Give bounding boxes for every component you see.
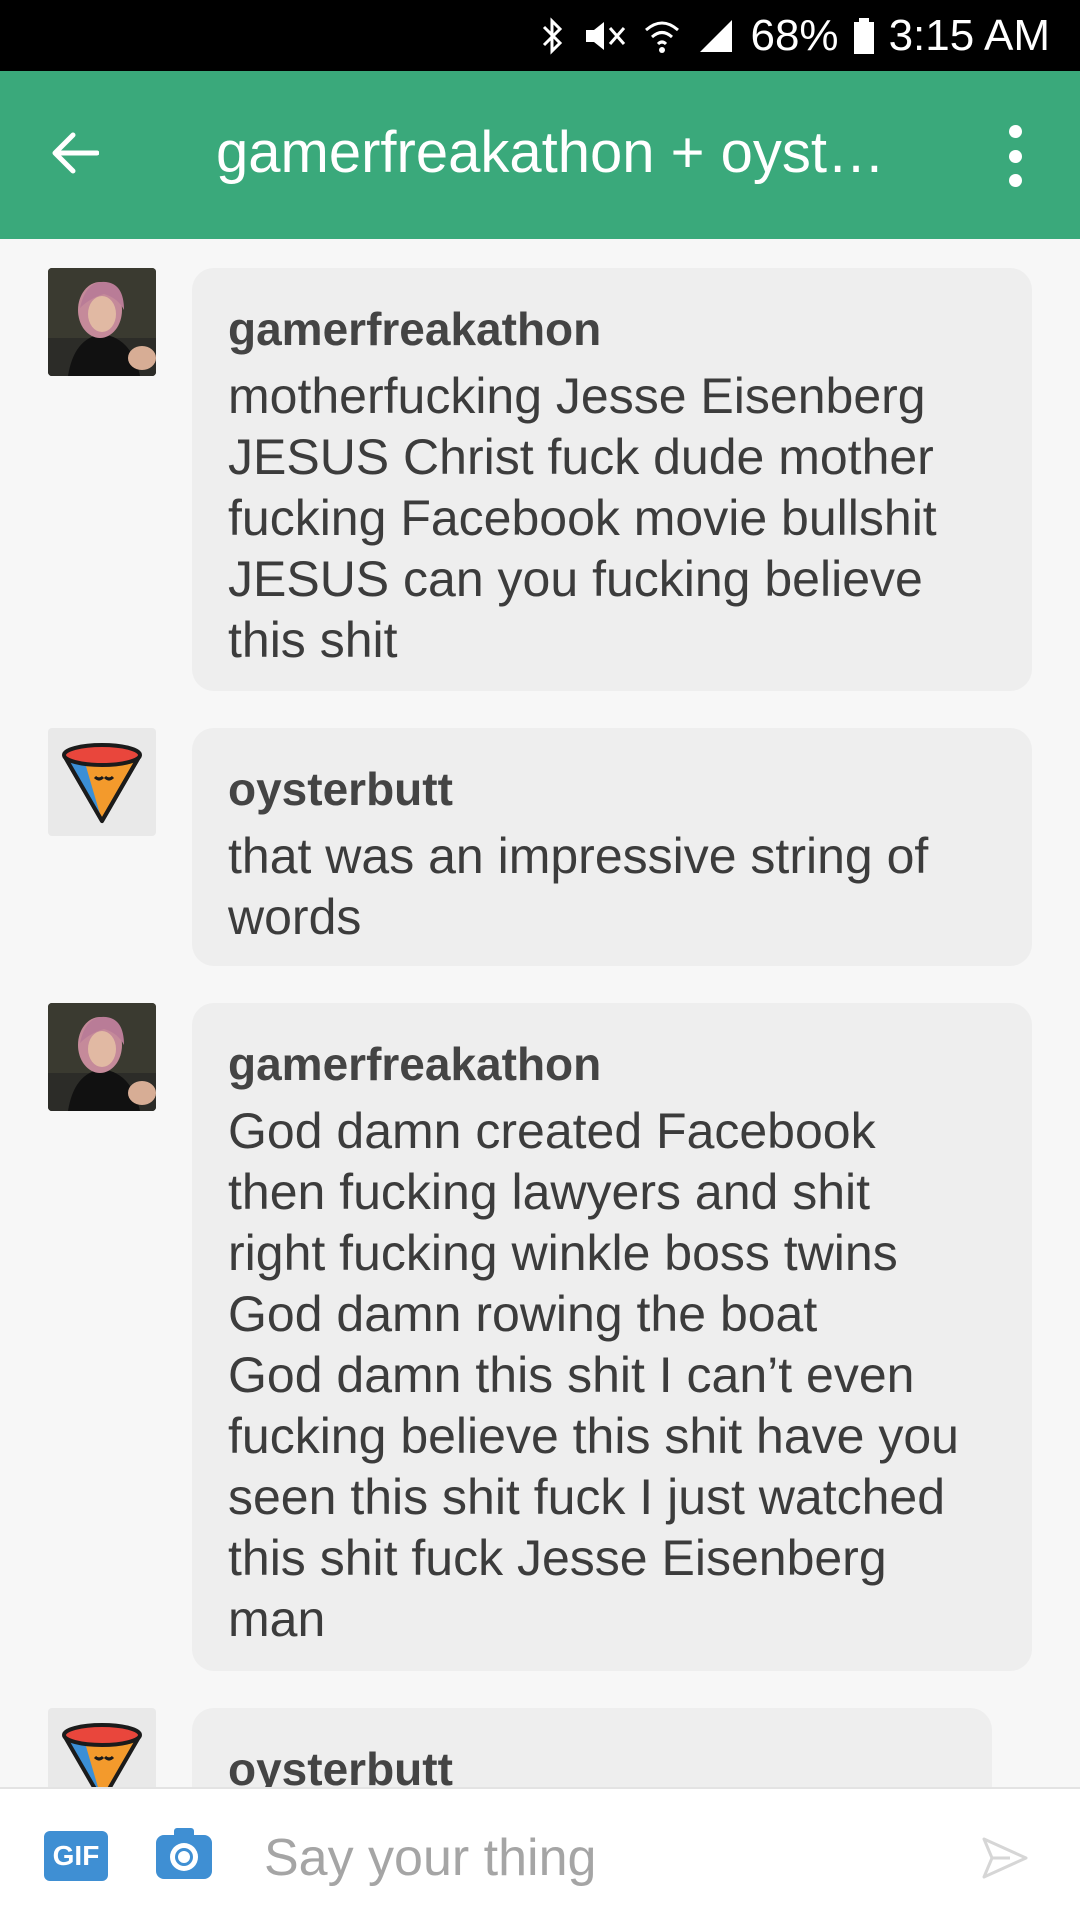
message-author[interactable]: gamerfreakathon — [228, 1031, 996, 1097]
message-author[interactable]: oysterbutt — [228, 756, 996, 822]
message-text: motherfucking Jesse Eisenberg JESUS Chri… — [228, 368, 937, 668]
mute-icon — [580, 16, 628, 56]
conversation-title: gamerfreakathon + oyst… — [216, 120, 885, 185]
user-avatar[interactable] — [48, 268, 156, 376]
bluetooth-icon — [540, 16, 566, 56]
camera-icon[interactable] — [154, 1825, 214, 1881]
message-text: God damn created Facebook then fucking l… — [228, 1103, 959, 1647]
status-bar: 68% 3:15 AM — [0, 0, 1080, 71]
user-avatar[interactable] — [48, 1003, 156, 1111]
message-bubble[interactable]: gamerfreakathon God damn created Faceboo… — [192, 1003, 1032, 1671]
user-avatar[interactable] — [48, 728, 156, 836]
arrow-left-icon[interactable] — [44, 123, 104, 183]
message-author[interactable]: oysterbutt — [228, 1736, 956, 1787]
message-author[interactable]: gamerfreakathon — [228, 296, 996, 362]
message-bubble[interactable]: gamerfreakathon motherfucking Jesse Eise… — [192, 268, 1032, 691]
signal-icon — [696, 16, 736, 56]
user-avatar[interactable] — [48, 1708, 156, 1787]
message-input[interactable] — [262, 1817, 966, 1899]
battery-icon — [853, 16, 875, 56]
send-icon[interactable] — [980, 1833, 1030, 1883]
message-thread[interactable]: gamerfreakathon motherfucking Jesse Eise… — [0, 239, 1080, 1787]
battery-percent: 68% — [750, 10, 839, 60]
clock: 3:15 AM — [888, 10, 1050, 60]
more-vertical-icon[interactable] — [990, 121, 1040, 191]
message-composer: GIF — [0, 1787, 1080, 1920]
app-bar: gamerfreakathon + oyst… — [0, 71, 1080, 239]
wifi-icon — [642, 16, 682, 56]
message-bubble[interactable]: oysterbutt — [192, 1708, 992, 1787]
message-text: that was an impressive string of words — [228, 828, 929, 945]
gif-button[interactable]: GIF — [44, 1831, 108, 1881]
message-bubble[interactable]: oysterbutt that was an impressive string… — [192, 728, 1032, 966]
